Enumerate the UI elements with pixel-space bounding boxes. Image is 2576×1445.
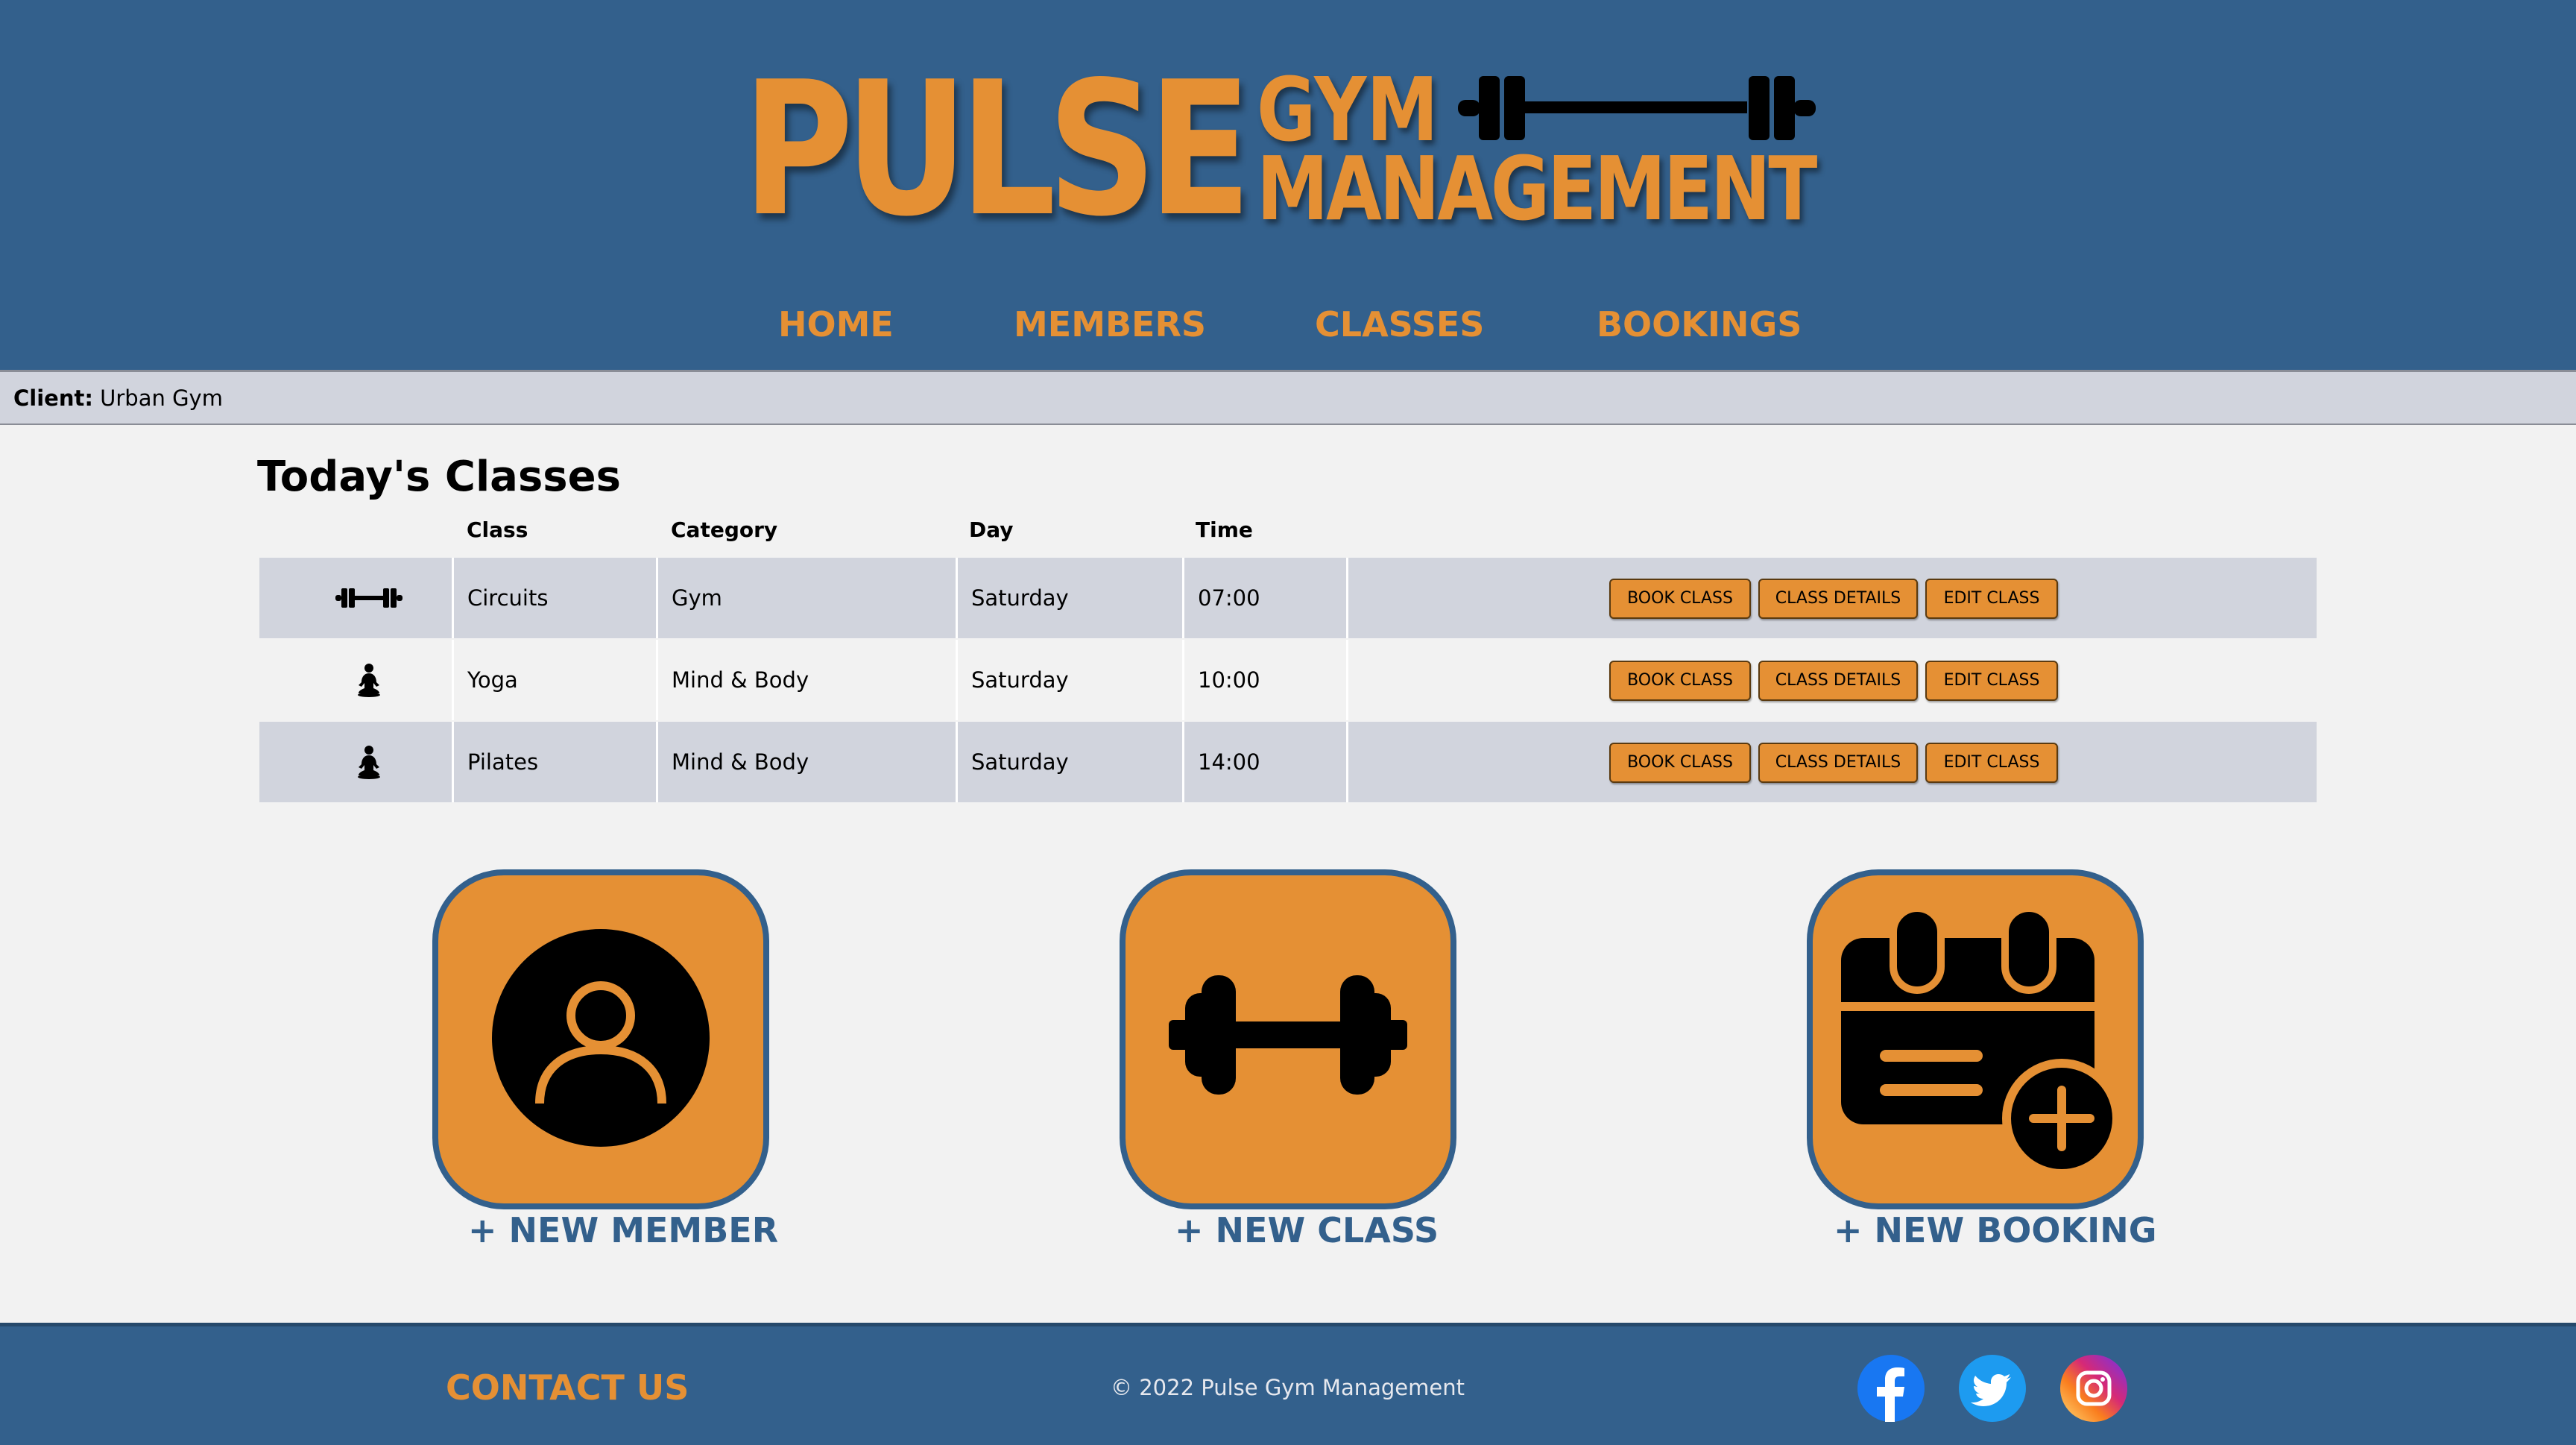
table-row: Circuits Gym Saturday 07:00 BOOK CLASS C… <box>259 558 2317 640</box>
main-nav: HOME MEMBERS CLASSES BOOKINGS <box>0 298 2576 350</box>
new-member-link[interactable]: + NEW MEMBER <box>468 1208 778 1253</box>
header-day: Day <box>969 517 1014 542</box>
class-details-button[interactable]: CLASS DETAILS <box>1758 661 1918 701</box>
copyright-text: © 2022 Pulse Gym Management <box>1111 1375 1465 1400</box>
site-header: PULSE GYM MANAGEMENT HOME MEMBERS CLASSE… <box>0 0 2576 370</box>
client-bar: Client: Urban Gym <box>0 370 2576 425</box>
class-time: 07:00 <box>1182 558 1346 638</box>
new-booking-link[interactable]: + NEW BOOKING <box>1834 1208 2157 1253</box>
logo-management-text: MANAGEMENT <box>1257 137 1817 240</box>
class-icon-cell <box>259 558 452 638</box>
class-time: 10:00 <box>1182 640 1346 720</box>
barbell-icon <box>335 588 402 608</box>
class-actions: BOOK CLASS CLASS DETAILS EDIT CLASS <box>1346 558 2317 638</box>
new-booking-tile[interactable] <box>1807 869 2144 1209</box>
class-name: Circuits <box>452 558 656 638</box>
edit-class-button[interactable]: EDIT CLASS <box>1925 661 2058 701</box>
dumbbell-icon <box>1169 975 1407 1095</box>
class-name: Yoga <box>452 640 656 720</box>
table-header: Class Category Day Time <box>259 513 2317 558</box>
class-day: Saturday <box>956 722 1182 802</box>
edit-class-button[interactable]: EDIT CLASS <box>1925 579 2058 619</box>
class-actions: BOOK CLASS CLASS DETAILS EDIT CLASS <box>1346 722 2317 802</box>
user-icon <box>492 929 710 1147</box>
meditation-icon <box>358 746 380 779</box>
contact-us-link[interactable]: CONTACT US <box>446 1365 689 1410</box>
calendar-add-icon <box>1837 908 2120 1177</box>
site-footer: CONTACT US © 2022 Pulse Gym Management <box>0 1323 2576 1445</box>
class-actions: BOOK CLASS CLASS DETAILS EDIT CLASS <box>1346 640 2317 720</box>
book-class-button[interactable]: BOOK CLASS <box>1609 579 1751 619</box>
class-details-button[interactable]: CLASS DETAILS <box>1758 743 1918 783</box>
new-class-tile[interactable] <box>1120 869 1456 1209</box>
logo-pulse-text: PULSE <box>742 42 1251 257</box>
header-category: Category <box>671 517 778 542</box>
new-class-link[interactable]: + NEW CLASS <box>1175 1208 1439 1253</box>
class-icon-cell <box>259 722 452 802</box>
class-icon-cell <box>259 640 452 720</box>
table-row: Pilates Mind & Body Saturday 14:00 BOOK … <box>259 722 2317 804</box>
classes-table: Class Category Day Time Circuits Gym Sat… <box>259 513 2317 804</box>
class-category: Gym <box>656 558 956 638</box>
class-details-button[interactable]: CLASS DETAILS <box>1758 579 1918 619</box>
class-category: Mind & Body <box>656 722 956 802</box>
nav-bookings[interactable]: BOOKINGS <box>1597 298 1802 350</box>
pulse-gym-logo[interactable]: PULSE GYM MANAGEMENT <box>742 42 1823 257</box>
header-time: Time <box>1196 517 1253 542</box>
twitter-icon[interactable] <box>1959 1355 2026 1422</box>
new-member-tile[interactable] <box>432 869 769 1209</box>
page-title: Today's Classes <box>257 453 621 501</box>
meditation-icon <box>358 664 380 697</box>
client-label: Client: <box>13 385 93 411</box>
instagram-icon[interactable] <box>2060 1355 2127 1422</box>
class-day: Saturday <box>956 640 1182 720</box>
nav-members[interactable]: MEMBERS <box>1014 298 1206 350</box>
header-class: Class <box>467 517 528 542</box>
table-row: Yoga Mind & Body Saturday 10:00 BOOK CLA… <box>259 640 2317 722</box>
client-name: Urban Gym <box>100 385 223 411</box>
class-time: 14:00 <box>1182 722 1346 802</box>
logo-barbell-icon <box>1458 76 1816 140</box>
book-class-button[interactable]: BOOK CLASS <box>1609 661 1751 701</box>
edit-class-button[interactable]: EDIT CLASS <box>1925 743 2058 783</box>
nav-classes[interactable]: CLASSES <box>1315 298 1484 350</box>
class-day: Saturday <box>956 558 1182 638</box>
class-name: Pilates <box>452 722 656 802</box>
nav-home[interactable]: HOME <box>778 298 894 350</box>
book-class-button[interactable]: BOOK CLASS <box>1609 743 1751 783</box>
class-category: Mind & Body <box>656 640 956 720</box>
facebook-icon[interactable] <box>1857 1355 1925 1422</box>
